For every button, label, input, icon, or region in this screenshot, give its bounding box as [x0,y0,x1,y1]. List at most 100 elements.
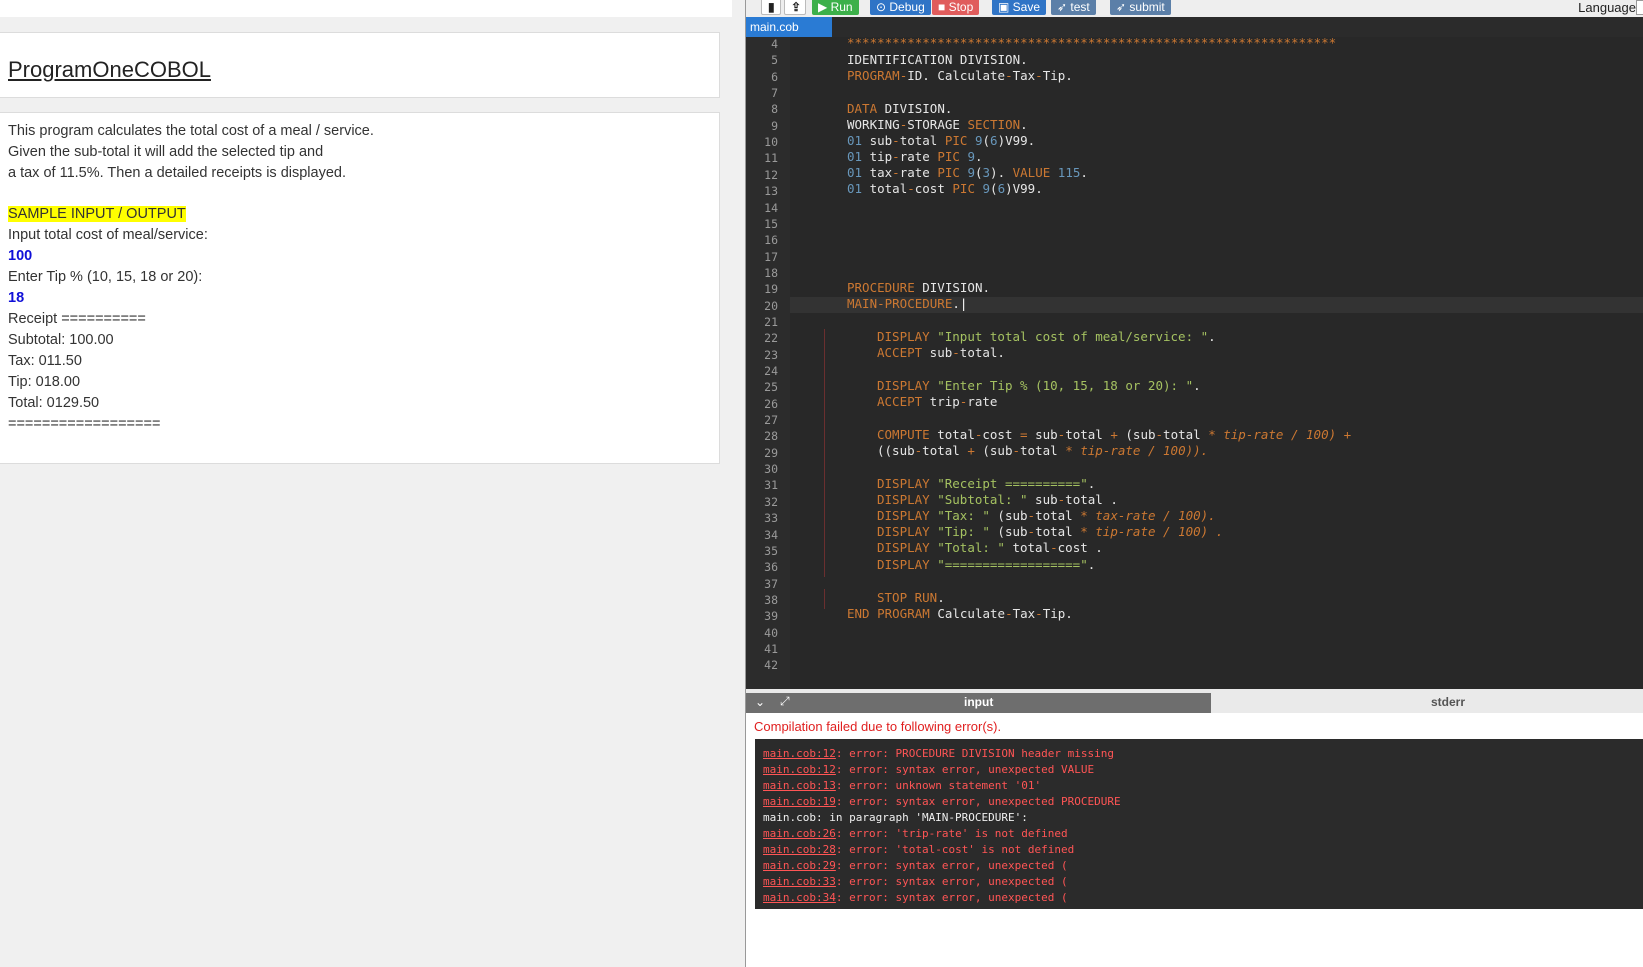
line-number: 24 [764,364,778,378]
line-number: 11 [764,151,778,166]
error-context: main.cob: in paragraph 'MAIN-PROCEDURE': [763,811,1028,824]
error-location-link[interactable]: main.cob:29 [763,859,836,872]
save-button[interactable]: ▣ Save [992,0,1047,15]
description-line: This program calculates the total cost o… [8,123,374,139]
sample-line: Total: 0129.50 [8,395,100,411]
sample-heading: SAMPLE INPUT / OUTPUT [8,206,186,222]
compilation-error-heading: Compilation failed due to following erro… [754,719,1002,734]
error-message: : error: syntax error, unexpected ( [835,875,1068,888]
line-number: 41 [764,641,778,656]
error-line: main.cob:26: error: 'trip-rate' is not d… [763,826,1068,842]
sample-input-value: 18 [8,290,25,306]
line-number: 39 [764,609,778,624]
error-line: main.cob:19: error: syntax error, unexpe… [763,794,1121,810]
error-location-link[interactable]: main.cob:33 [763,875,836,888]
code-line: ****************************************… [847,37,1337,50]
code-line: STOP RUN. [877,590,945,605]
line-number: 31 [764,478,778,493]
code-line: DISPLAY "Input total cost of meal/servic… [877,329,1216,344]
indent-guide [824,589,825,609]
problem-title-card: ProgramOneCOBOL [0,32,720,98]
ide-toolbar: ▮ ⇪ ▶ Run ⊙ Debug ■ Stop ▣ Save ➶ test ➶… [746,0,1643,17]
code-line: DISPLAY "Enter Tip % (10, 15, 18 or 20):… [877,378,1201,393]
description-line: Given the sub-total it will add the sele… [8,144,324,160]
new-file-button[interactable]: ▮ [761,0,781,15]
error-location-link[interactable]: main.cob:34 [763,891,836,904]
code-line: PROGRAM-ID. Calculate-Tax-Tip. [847,68,1073,83]
error-message: : error: syntax error, unexpected ( [835,859,1068,872]
sample-line: Enter Tip % (10, 15, 18 or 20): [8,269,203,285]
code-line: MAIN-PROCEDURE.| [847,296,968,311]
line-number: 36 [764,560,778,575]
code-editor[interactable]: 4 5 6 7 8 9 10 11 12 13 14 15 16 17 18 19 20 21 22 23 24 25 26… [746,37,1643,689]
stop-button[interactable]: ■ Stop [932,0,980,15]
line-number: 7 [771,86,778,101]
code-line: DISPLAY "Total: " total-cost . [877,540,1103,555]
line-number: 20 [764,298,778,313]
editor-tab-strip [832,17,1643,37]
code-line: WORKING-STORAGE SECTION. [847,117,1028,132]
error-location-link[interactable]: main.cob:13 [763,779,836,792]
code-line: DATA DIVISION. [847,101,953,116]
input-tab-label[interactable]: input [964,695,993,709]
code-line: 01 tax-rate PIC 9(3). VALUE 115. [847,165,1088,180]
language-label[interactable]: Language [1578,0,1636,15]
error-message: : error: PROCEDURE DIVISION header missi… [835,747,1115,760]
collapse-icon[interactable]: ⌄ [755,695,765,709]
problem-panel: ProgramOneCOBOL This program calculates … [0,0,745,967]
error-line: main.cob:12: error: PROCEDURE DIVISION h… [763,746,1114,762]
language-select[interactable] [1636,0,1643,15]
line-number: 12 [764,167,778,182]
run-button[interactable]: ▶ Run [812,0,859,15]
line-number: 13 [764,184,778,199]
error-location-link[interactable]: main.cob:19 [763,795,836,808]
line-number: 8 [771,102,778,117]
error-location-link[interactable]: main.cob:12 [763,763,836,776]
file-tab-main[interactable]: main.cob [746,17,832,37]
description-line: a tax of 11.5%. Then a detailed receipts… [8,165,347,181]
code-line: ACCEPT sub-total. [877,345,1005,360]
sample-line: ================== [8,416,161,432]
sample-line: Tax: 011.50 [8,353,82,369]
code-line: COMPUTE total-cost = sub-total + (sub-to… [877,427,1352,442]
sample-line: Input total cost of meal/service: [8,227,208,243]
error-console: main.cob:12: error: PROCEDURE DIVISION h… [755,739,1643,909]
error-message: : error: 'total-cost' is not defined [835,843,1075,856]
error-line: main.cob:12: error: syntax error, unexpe… [763,762,1094,778]
line-number: 27 [764,413,778,428]
stderr-tab-label[interactable]: stderr [1431,695,1465,709]
line-number: 21 [764,314,778,329]
line-number: 42 [764,658,778,673]
sample-line: Subtotal: 100.00 [8,332,114,348]
error-location-link[interactable]: main.cob:26 [763,827,836,840]
expand-icon[interactable]: ⤢ [780,694,790,709]
code-line: PROCEDURE DIVISION. [847,280,990,295]
error-location-link[interactable]: main.cob:12 [763,747,836,760]
test-button[interactable]: ➶ test [1051,0,1096,15]
code-line: DISPLAY "Subtotal: " sub-total . [877,492,1118,507]
io-tab-bar: ⌄ ⤢ input stderr [746,689,1643,713]
problem-title[interactable]: ProgramOneCOBOL [8,57,211,83]
code-line: DISPLAY "Receipt ==========". [877,476,1096,491]
indent-guide [824,329,825,577]
upload-button[interactable]: ⇪ [784,0,806,15]
code-line: END PROGRAM Calculate-Tax-Tip. [847,606,1073,621]
line-number: 25 [764,380,778,395]
debug-button[interactable]: ⊙ Debug [870,0,931,15]
code-line: ACCEPT trip-rate [877,394,998,409]
line-number: 4 [771,37,778,51]
line-number: 38 [764,592,778,607]
upload-icon: ⇪ [791,0,802,14]
submit-button[interactable]: ➶ submit [1110,0,1171,15]
error-message: : error: syntax error, unexpected VALUE [835,763,1095,776]
error-message: : error: syntax error, unexpected ( [835,891,1068,904]
line-number: 37 [764,576,778,591]
file-icon: ▮ [768,0,775,14]
line-number: 10 [764,135,778,150]
code-line: IDENTIFICATION DIVISION. [847,52,1028,67]
error-message: : error: syntax error, unexpected PROCED… [835,795,1121,808]
code-line: DISPLAY "==================". [877,557,1096,572]
error-line: main.cob:29: error: syntax error, unexpe… [763,858,1068,874]
error-location-link[interactable]: main.cob:28 [763,843,836,856]
error-line: main.cob:34: error: syntax error, unexpe… [763,890,1068,906]
